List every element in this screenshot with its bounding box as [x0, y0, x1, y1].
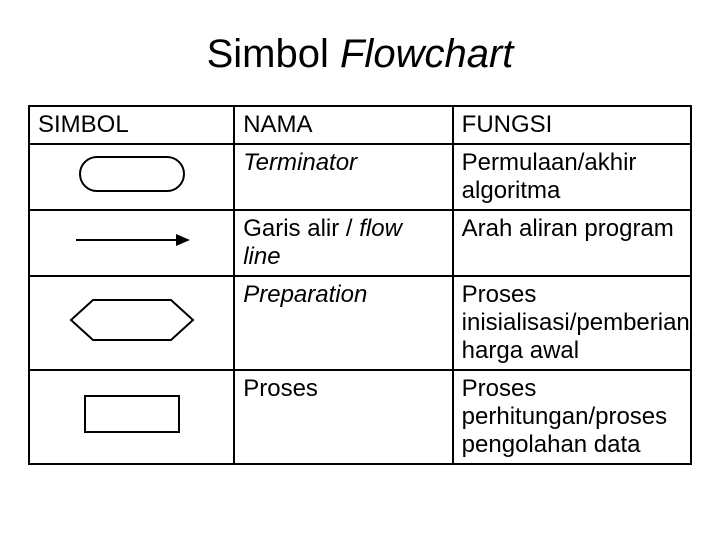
- header-fungsi: FUNGSI: [453, 106, 691, 144]
- name-cell: Preparation: [234, 276, 452, 370]
- table-row: Garis alir / flow line Arah aliran progr…: [29, 210, 691, 276]
- page-title: Simbol Flowchart: [28, 32, 692, 77]
- symbol-cell: [29, 276, 234, 370]
- name-cell: Garis alir / flow line: [234, 210, 452, 276]
- terminator-icon: [77, 154, 187, 201]
- name-plain: Garis alir /: [243, 215, 359, 242]
- name-cell: Terminator: [234, 144, 452, 210]
- name-italic: Preparation: [243, 281, 367, 308]
- flowchart-symbols-table: SIMBOL NAMA FUNGSI Terminator Permulaan/…: [28, 105, 692, 465]
- table-row: Preparation Proses inisialisasi/pemberia…: [29, 276, 691, 370]
- name-plain: Proses: [243, 375, 318, 402]
- header-nama: NAMA: [234, 106, 452, 144]
- symbol-cell: [29, 370, 234, 464]
- flowline-icon: [72, 229, 192, 257]
- symbol-cell: [29, 144, 234, 210]
- symbol-cell: [29, 210, 234, 276]
- title-italic: Flowchart: [340, 32, 513, 76]
- table-header-row: SIMBOL NAMA FUNGSI: [29, 106, 691, 144]
- function-cell: Arah aliran program: [453, 210, 691, 276]
- function-cell: Permulaan/akhir algoritma: [453, 144, 691, 210]
- function-cell: Proses perhitungan/proses pengolahan dat…: [453, 370, 691, 464]
- table-row: Proses Proses perhitungan/proses pengola…: [29, 370, 691, 464]
- function-cell: Proses inisialisasi/pemberian harga awal: [453, 276, 691, 370]
- header-simbol: SIMBOL: [29, 106, 234, 144]
- slide: Simbol Flowchart SIMBOL NAMA FUNGSI Term…: [0, 0, 720, 540]
- name-cell: Proses: [234, 370, 452, 464]
- process-icon: [82, 393, 182, 442]
- table-row: Terminator Permulaan/akhir algoritma: [29, 144, 691, 210]
- title-plain: Simbol: [207, 32, 340, 76]
- name-italic: Terminator: [243, 149, 357, 176]
- preparation-icon: [67, 296, 197, 351]
